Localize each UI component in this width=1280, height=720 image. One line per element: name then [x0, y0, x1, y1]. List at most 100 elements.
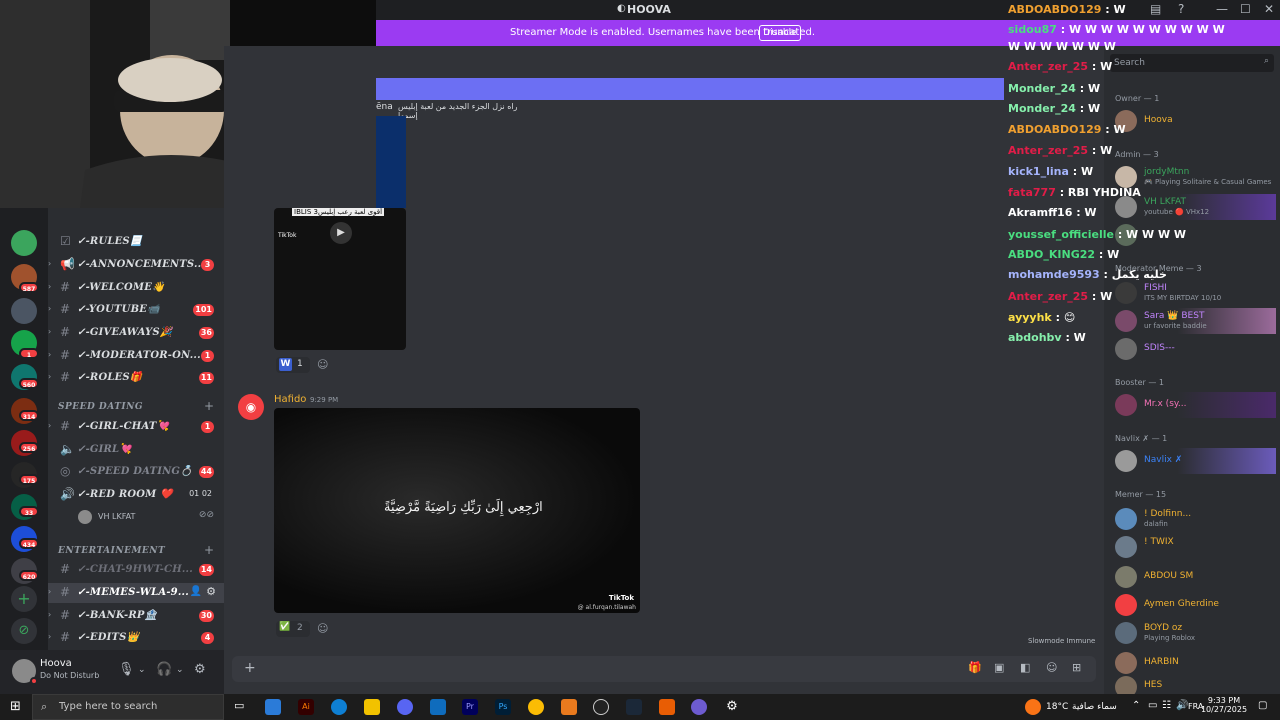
tray-chevron-icon[interactable]: ⌃ — [1132, 700, 1140, 711]
taskbar-search[interactable]: ⌕ Type here to search — [32, 694, 224, 720]
unread-count: 11 — [198, 372, 214, 384]
settings-icon[interactable]: ⚙ — [206, 585, 216, 598]
member-item[interactable]: HES — [1112, 674, 1276, 694]
gear-icon[interactable]: ⚙ — [194, 662, 206, 677]
overlay-username: sidou87 — [1008, 23, 1057, 36]
channel-moderator[interactable]: › # ✓-MODERATOR-ON... 1 — [48, 346, 224, 366]
discover-icon[interactable]: ⊘ — [11, 618, 37, 644]
minimize-button[interactable]: — — [1216, 2, 1228, 16]
illustrator-icon[interactable]: Ai — [298, 699, 314, 715]
file-explorer-icon[interactable] — [364, 699, 380, 715]
category-entertainement[interactable]: ENTERTAINEMENT — [58, 546, 165, 556]
member-item[interactable]: HARBIN — [1112, 650, 1276, 676]
channel-youtube[interactable]: › # ✓-YOUTUBE📹 101 — [48, 300, 224, 320]
chevron-down-icon[interactable]: ⌄ — [138, 665, 146, 675]
video-embed[interactable]: ارْجِعِي إِلَىٰ رَبِّكِ رَاضِيَةً مَّرْض… — [274, 408, 640, 613]
play-button[interactable]: ▶ — [330, 222, 352, 244]
server-icon[interactable] — [11, 298, 37, 324]
app-icon[interactable] — [659, 699, 675, 715]
help-icon[interactable]: ? — [1178, 2, 1184, 16]
channel-edits[interactable]: › # ✓-EDITS👑 4 — [48, 628, 224, 648]
member-item[interactable]: ABDOU SM — [1112, 564, 1276, 590]
reaction[interactable]: ✅ 2 — [276, 621, 310, 637]
channel-welcome[interactable]: › # ✓-WELCOME👋 — [48, 278, 224, 298]
member-item[interactable]: BOYD oz Playing Roblox — [1112, 620, 1276, 646]
disable-streamer-mode-button[interactable]: Disable — [759, 25, 801, 41]
message-author[interactable]: Hafido — [274, 394, 306, 405]
message-composer[interactable]: + 🎁 ▣ ◧ ☺ ⊞ — [232, 656, 1096, 682]
channel-roles[interactable]: › # ✓-ROLES🎁 11 — [48, 368, 224, 388]
member-item[interactable]: Aymen Gherdine — [1112, 592, 1276, 618]
add-reaction-icon[interactable]: ☺ — [317, 622, 328, 635]
member-item[interactable]: Navlix ✗ — [1112, 448, 1276, 474]
channel-bank-rp[interactable]: › # ✓-BANK-RP🏦 30 — [48, 606, 224, 626]
gift-icon[interactable]: 🎁 — [968, 661, 982, 674]
reaction[interactable]: W 1 — [276, 357, 310, 373]
inbox-icon[interactable]: ▤ — [1150, 2, 1161, 16]
channel-giveaways[interactable]: › # ✓-GIVEAWAYS🎉 36 — [48, 323, 224, 343]
overlay-message: W — [1073, 331, 1086, 344]
obs-icon[interactable] — [593, 699, 609, 715]
windows-start-icon[interactable]: ⊞ — [10, 699, 21, 714]
chrome-icon[interactable] — [528, 699, 544, 715]
category-speed-dating[interactable]: SPEED DATING — [58, 402, 143, 412]
store-icon[interactable] — [265, 699, 281, 715]
member-item[interactable]: Sara 👑 BEST ur favorite baddie — [1112, 308, 1276, 334]
close-button[interactable]: ✕ — [1264, 2, 1274, 16]
channel-memes[interactable]: › # ✓-MEMES-WLA-9... 👤 ⚙ — [48, 583, 224, 603]
member-item[interactable]: SDIS--- — [1112, 336, 1276, 362]
overlay-username: mohamde9593 — [1008, 268, 1100, 281]
unread-count: 14 — [198, 564, 214, 576]
microphone-icon[interactable]: 🎙 — [118, 662, 135, 677]
add-channel-icon[interactable]: + — [204, 399, 214, 413]
channel-girl-chat[interactable]: › # ✓-GIRL-CHAT💘 1 — [48, 417, 224, 437]
settings-icon[interactable]: ⚙ — [724, 699, 740, 715]
add-channel-icon[interactable]: + — [204, 543, 214, 557]
gif-icon[interactable]: ▣ — [994, 661, 1004, 674]
channel-announcements[interactable]: › 📢 ✓-ANNONCEMENTS... 3 — [48, 255, 224, 275]
hash-icon: # — [60, 562, 71, 576]
user-name[interactable]: Hoova — [40, 658, 72, 669]
edge-icon[interactable] — [331, 699, 347, 715]
add-attachment-icon[interactable]: + — [244, 660, 256, 676]
channel-girl-voice[interactable]: 🔈 ✓-GIRL💘 — [48, 440, 224, 460]
overlay-username: Anter_zer_25 — [1008, 60, 1089, 73]
direct-messages-icon[interactable] — [11, 230, 37, 256]
battery-icon[interactable]: ▭ — [1148, 700, 1157, 711]
search-bar[interactable]: ⌕ — [1110, 54, 1274, 72]
channel-chat[interactable]: # ✓-CHAT-9HWT-CH... 14 — [48, 560, 224, 580]
taskbar-clock[interactable]: 9:33 PM 10/27/2025 — [1200, 696, 1248, 714]
channel-rules[interactable]: ☑ ✓-RULES📃 — [48, 232, 224, 252]
member-item[interactable]: Hoova — [1112, 108, 1276, 134]
channel-speed-dating[interactable]: ◎ ✓-SPEED DATING💍 44 — [48, 462, 224, 482]
channel-red-room[interactable]: 🔊 ✓-RED ROOM ❤️ 01 02 — [48, 485, 224, 505]
member-item[interactable]: ! TWIX — [1112, 534, 1276, 560]
video-embed[interactable]: IBLIS 3أقوى لعبة رعب إبليس TikTok ▶ — [274, 208, 406, 350]
app-icon[interactable] — [561, 699, 577, 715]
photoshop-icon[interactable]: Ps — [495, 699, 511, 715]
steam-icon[interactable] — [626, 699, 642, 715]
task-view-icon[interactable]: ▭ — [234, 699, 244, 712]
volume-icon[interactable]: 🔊 — [1176, 700, 1188, 711]
member-item[interactable]: Mr.x (sy... — [1112, 392, 1276, 418]
network-icon[interactable]: ☷ — [1162, 700, 1171, 711]
avatar[interactable]: ◉ — [238, 394, 264, 420]
invite-icon[interactable]: 👤 — [190, 586, 202, 597]
add-reaction-icon[interactable]: ☺ — [317, 358, 328, 371]
member-item[interactable]: FISHI ITS MY BIRTDAY 10/10 — [1112, 280, 1276, 306]
apps-icon[interactable]: ⊞ — [1072, 661, 1081, 674]
headphones-icon[interactable]: 🎧 — [156, 662, 172, 677]
sticker-icon[interactable]: ◧ — [1020, 661, 1030, 674]
emoji-icon[interactable]: ☺ — [1046, 661, 1057, 674]
chevron-down-icon[interactable]: ⌄ — [176, 665, 184, 675]
outlook-icon[interactable] — [430, 699, 446, 715]
add-server-icon[interactable]: + — [11, 586, 37, 612]
app-icon[interactable] — [691, 699, 707, 715]
discord-icon[interactable] — [397, 699, 413, 715]
premiere-icon[interactable]: Pr — [462, 699, 478, 715]
member-item[interactable]: ! Dolfinn... dalafin — [1112, 506, 1276, 532]
voice-user[interactable]: VH LKFAT ⊘⊘ — [48, 507, 224, 527]
maximize-button[interactable]: ☐ — [1240, 2, 1251, 16]
notification-icon[interactable]: ▢ — [1258, 700, 1267, 711]
search-input[interactable] — [1114, 56, 1254, 70]
